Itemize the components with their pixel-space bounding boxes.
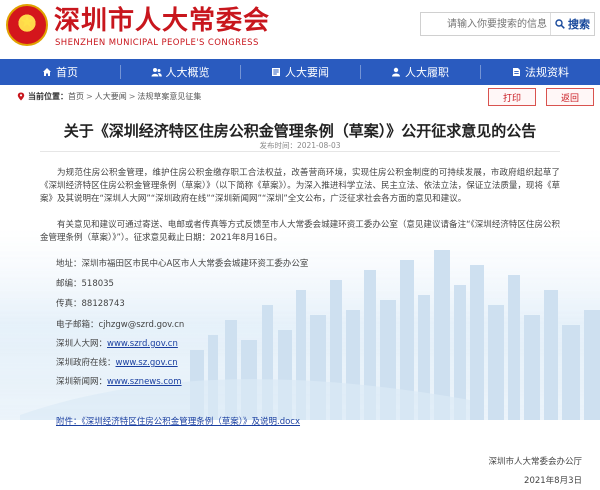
contact-email: 电子邮箱：cjhzgw@szrd.gov.cn bbox=[56, 320, 185, 330]
szgov-link[interactable]: www.sz.gov.cn bbox=[116, 358, 178, 368]
article-paragraph: 有关意见和建议可通过寄送、电邮或者传真等方式反馈至市人大常委会城建环资工委办公室… bbox=[40, 220, 560, 243]
search-input[interactable] bbox=[421, 13, 556, 35]
home-icon bbox=[43, 68, 51, 76]
document-icon bbox=[513, 68, 520, 76]
people-icon bbox=[151, 68, 162, 77]
article-paragraph: 为规范住房公积金管理，维护住房公积金缴存职工合法权益，改善营商环境，实现住房公积… bbox=[40, 168, 560, 204]
nav-item-home[interactable]: 首页 bbox=[0, 59, 120, 85]
signature: 深圳市人大常委会办公厅 bbox=[488, 457, 582, 467]
nav-item-label: 法规资料 bbox=[525, 66, 569, 79]
link-row-szgov: 深圳政府在线：www.sz.gov.cn bbox=[56, 356, 178, 368]
breadcrumb-bar: 当前位置： 首页 > 人大要闻 > 法规草案意见征集 打印 返回 bbox=[0, 85, 600, 110]
link-row-sznews: 深圳新闻网：www.sznews.com bbox=[56, 375, 182, 387]
back-button[interactable]: 返回 bbox=[546, 88, 594, 106]
search-button-label: 搜索 bbox=[568, 18, 590, 31]
breadcrumb-separator: > bbox=[86, 92, 93, 101]
breadcrumb: 当前位置： 首页 > 人大要闻 > 法规草案意见征集 bbox=[17, 91, 201, 102]
breadcrumb-item-drafts[interactable]: 法规草案意见征集 bbox=[137, 91, 201, 102]
nav-item-overview[interactable]: 人大概览 bbox=[120, 59, 240, 85]
site-subtitle: SHENZHEN MUNICIPAL PEOPLE'S CONGRESS bbox=[55, 38, 259, 48]
site-header: ★ 深圳市人大常委会 SHENZHEN MUNICIPAL PEOPLE'S C… bbox=[0, 0, 600, 58]
title-divider bbox=[40, 151, 560, 152]
print-button[interactable]: 打印 bbox=[488, 88, 536, 106]
breadcrumb-item-news[interactable]: 人大要闻 bbox=[95, 91, 127, 102]
publish-date: 发布时间：2021-08-03 bbox=[259, 141, 341, 150]
link-row-szrd: 深圳人大网：www.szrd.gov.cn bbox=[56, 337, 178, 349]
nav-item-news[interactable]: 人大要闻 bbox=[240, 59, 360, 85]
search-icon bbox=[555, 19, 565, 29]
contact-fax: 传真：88128743 bbox=[56, 299, 125, 309]
nav-item-duty[interactable]: 人大履职 bbox=[360, 59, 480, 85]
main-nav: 首页 人大概览 人大要闻 人大履职 法规资料 bbox=[0, 59, 600, 85]
link-label: 深圳新闻网： bbox=[56, 377, 108, 387]
national-emblem-icon: ★ bbox=[6, 4, 48, 46]
sign-date: 2021年8月3日 bbox=[524, 476, 582, 486]
duty-icon bbox=[392, 67, 400, 77]
article-title: 关于《深圳经济特区住房公积金管理条例（草案）》公开征求意见的公告 bbox=[63, 122, 537, 140]
breadcrumb-label: 当前位置： bbox=[28, 92, 68, 101]
link-label: 深圳人大网： bbox=[56, 339, 108, 349]
breadcrumb-item-home[interactable]: 首页 bbox=[68, 91, 84, 102]
search-box: 搜索 bbox=[420, 12, 595, 36]
nav-item-label: 人大概览 bbox=[165, 66, 210, 79]
attachment-link[interactable]: 附件：《深圳经济特区住房公积金管理条例（草案）》及说明.docx bbox=[56, 415, 300, 427]
nav-item-label: 首页 bbox=[56, 66, 78, 79]
nav-item-label: 人大履职 bbox=[405, 66, 449, 79]
breadcrumb-separator: > bbox=[128, 92, 136, 101]
nav-item-label: 人大要闻 bbox=[285, 66, 329, 79]
szrd-link[interactable]: www.szrd.gov.cn bbox=[107, 339, 178, 349]
article: 关于《深圳经济特区住房公积金管理条例（草案）》公开征求意见的公告 发布时间：20… bbox=[0, 110, 600, 490]
sznews-link[interactable]: www.sznews.com bbox=[107, 377, 182, 387]
search-button[interactable]: 搜索 bbox=[550, 13, 594, 35]
contact-address: 地址：深圳市福田区市民中心A区市人大常委会城建环资工委办公室 bbox=[56, 259, 309, 269]
news-icon bbox=[272, 68, 280, 76]
site-title[interactable]: 深圳市人大常委会 bbox=[54, 6, 270, 36]
nav-item-laws[interactable]: 法规资料 bbox=[480, 59, 600, 85]
location-icon bbox=[17, 92, 25, 101]
contact-postcode: 邮编：518035 bbox=[56, 279, 114, 289]
link-label: 深圳政府在线： bbox=[56, 358, 116, 368]
